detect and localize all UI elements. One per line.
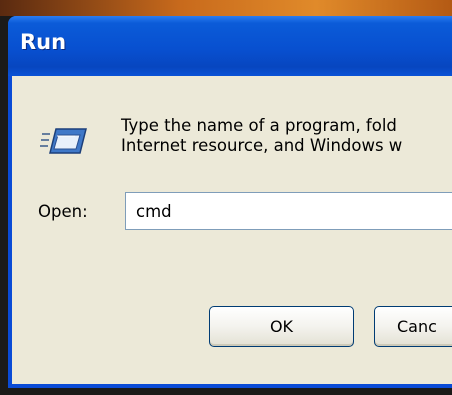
- cancel-button[interactable]: Canc: [374, 306, 452, 347]
- dialog-body: Type the name of a program, fold Interne…: [12, 76, 452, 384]
- title-bar[interactable]: Run: [8, 16, 452, 76]
- open-label: Open:: [38, 202, 88, 221]
- ok-button[interactable]: OK: [209, 306, 354, 347]
- open-input[interactable]: [125, 192, 452, 230]
- instruction-text: Type the name of a program, fold Interne…: [121, 116, 452, 156]
- instruction-line: Internet resource, and Windows w: [121, 136, 403, 155]
- desktop-background: [0, 0, 452, 16]
- run-dialog: Run Type the name of a program, fold Int…: [8, 16, 452, 388]
- instruction-line: Type the name of a program, fold: [121, 116, 397, 135]
- run-dialog-icon: [40, 128, 87, 154]
- window-title: Run: [20, 30, 67, 54]
